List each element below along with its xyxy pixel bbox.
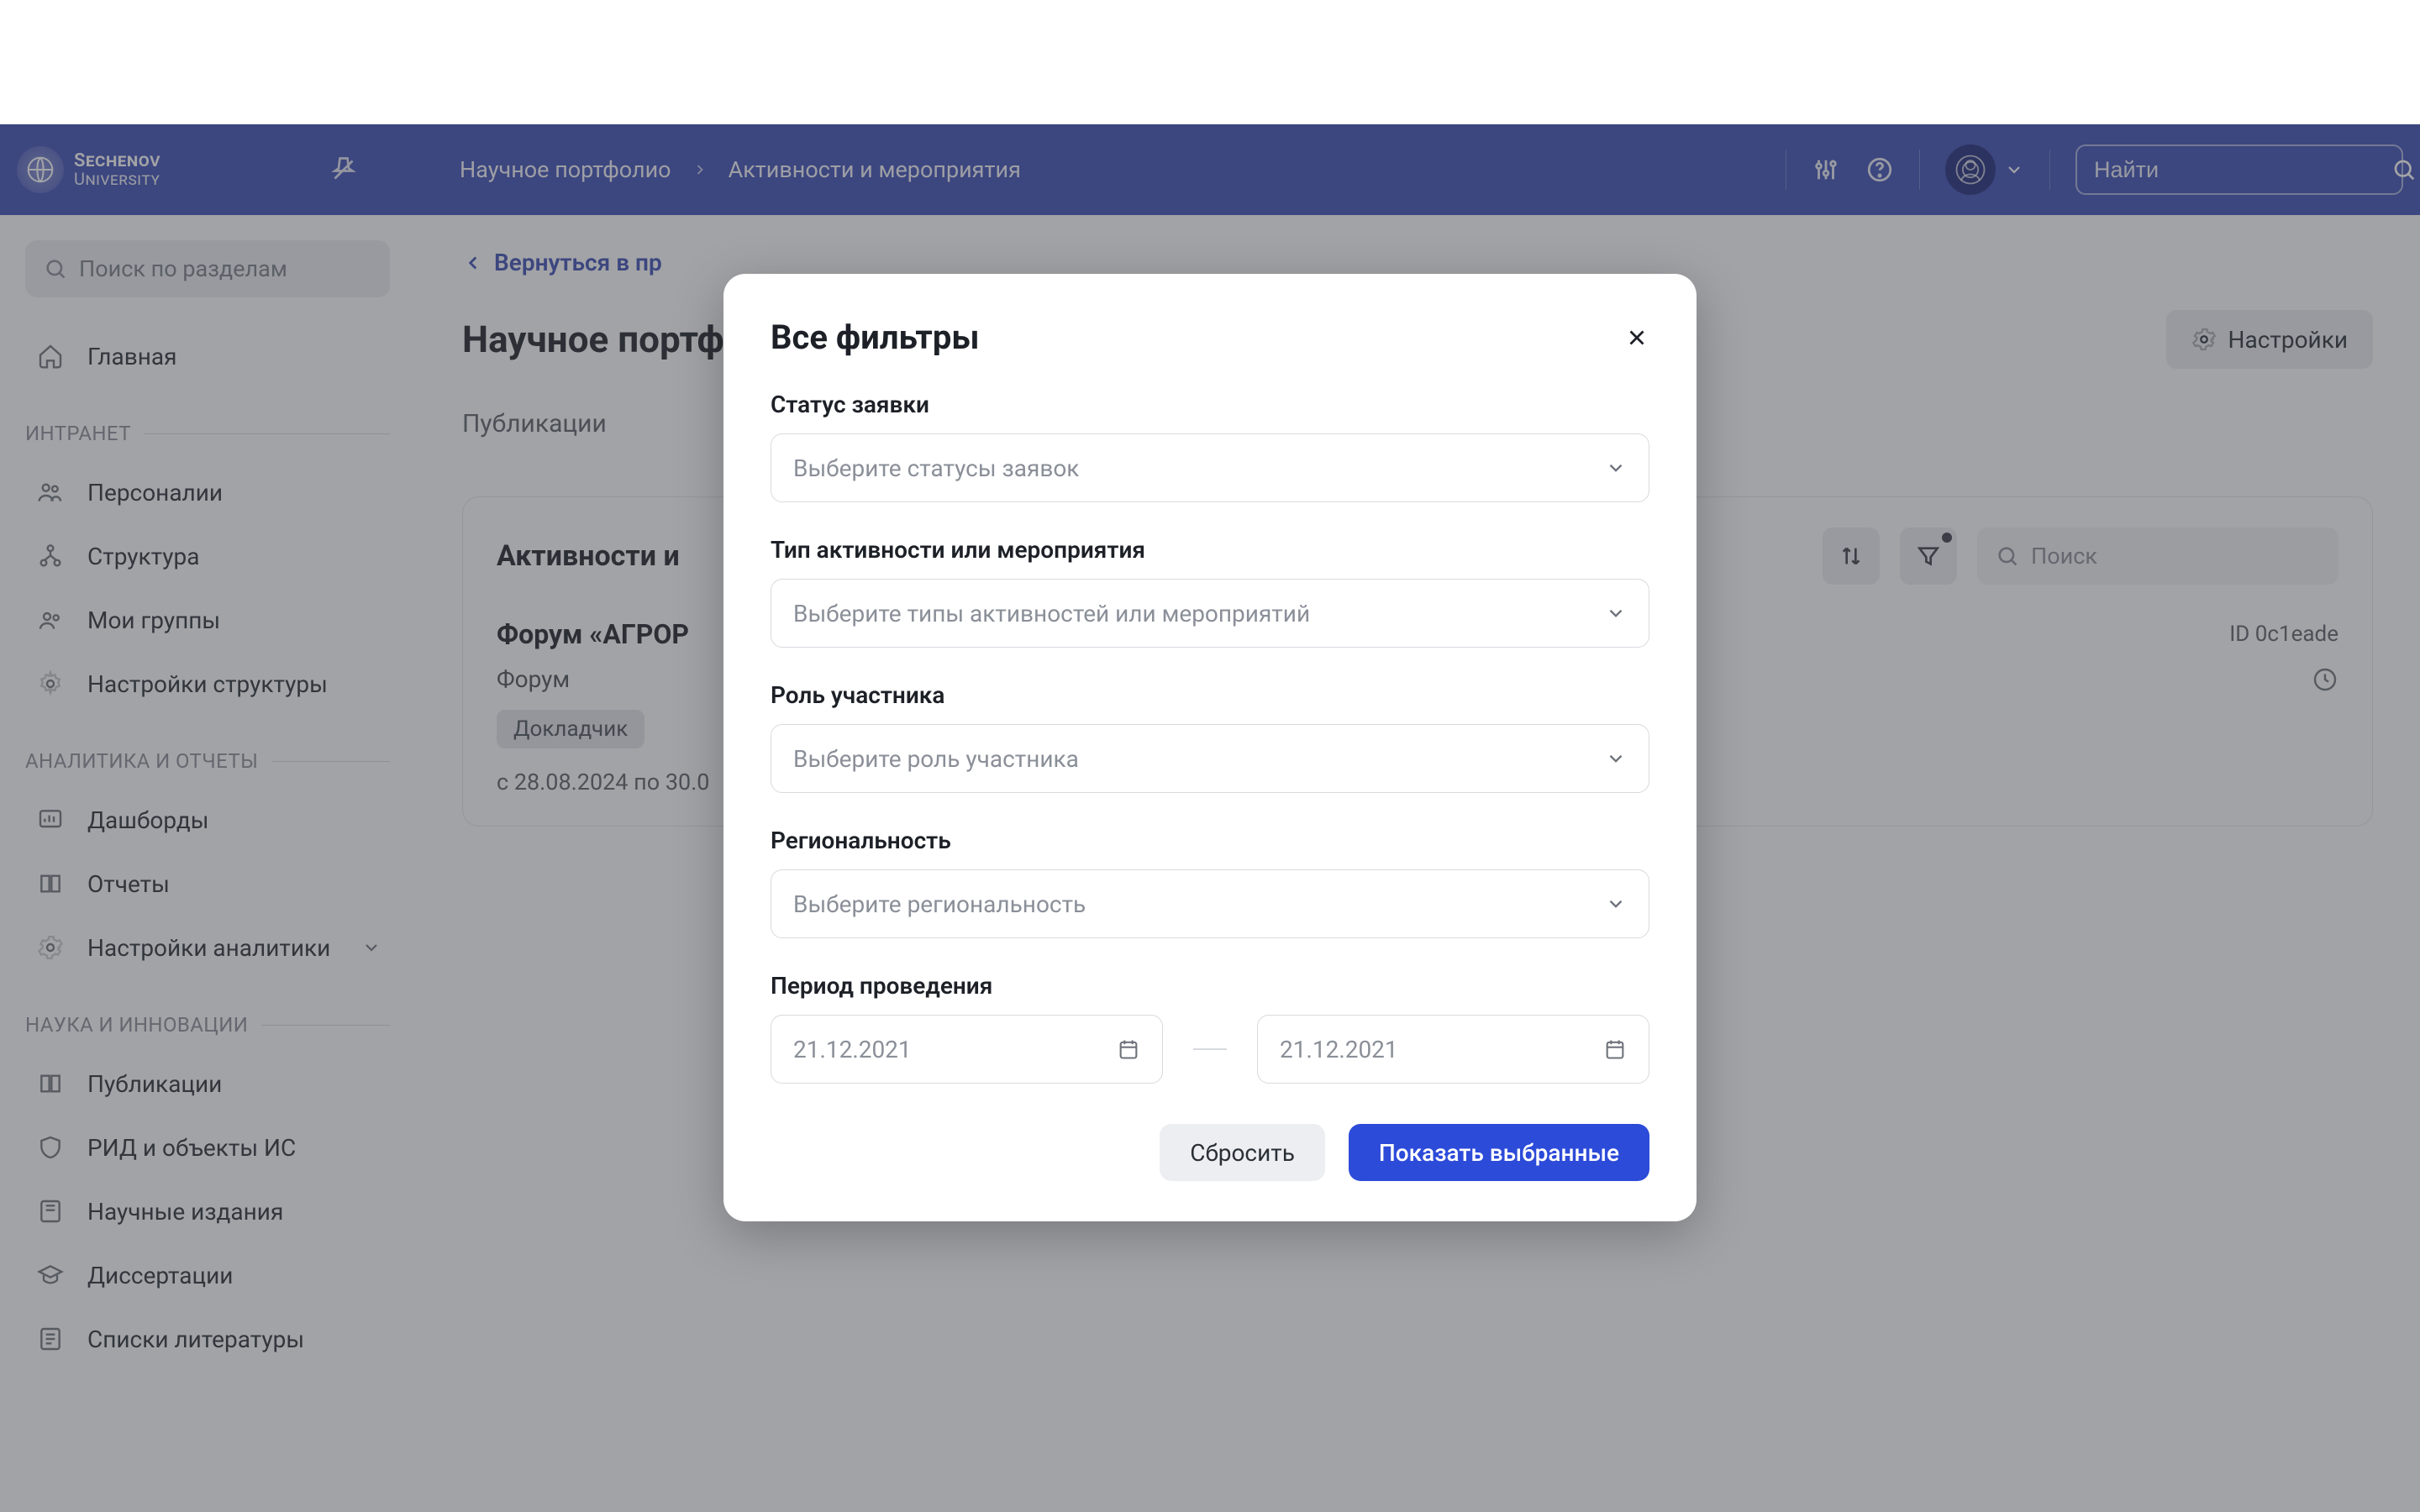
calendar-icon [1117, 1037, 1140, 1061]
modal-title: Все фильтры [771, 318, 979, 357]
apply-button[interactable]: Показать выбранные [1349, 1124, 1649, 1181]
date-placeholder: 21.12.2021 [1280, 1036, 1398, 1063]
field-label-role: Роль участника [771, 681, 1649, 709]
close-button[interactable] [1624, 325, 1649, 350]
field-label-region: Региональность [771, 827, 1649, 854]
period-to-input[interactable]: 21.12.2021 [1257, 1015, 1649, 1084]
select-placeholder: Выберите роль участника [793, 745, 1079, 773]
status-select[interactable]: Выберите статусы заявок [771, 433, 1649, 502]
region-select[interactable]: Выберите региональность [771, 869, 1649, 938]
select-placeholder: Выберите статусы заявок [793, 454, 1079, 482]
type-select[interactable]: Выберите типы активностей или мероприяти… [771, 579, 1649, 648]
period-from-input[interactable]: 21.12.2021 [771, 1015, 1163, 1084]
role-select[interactable]: Выберите роль участника [771, 724, 1649, 793]
field-label-status: Статус заявки [771, 391, 1649, 418]
calendar-icon [1603, 1037, 1627, 1061]
filters-modal: Все фильтры Статус заявки Выберите стату… [723, 274, 1697, 1221]
field-label-type: Тип активности или мероприятия [771, 536, 1649, 564]
date-placeholder: 21.12.2021 [793, 1036, 912, 1063]
chevron-down-icon [1605, 457, 1627, 479]
field-label-period: Период проведения [771, 972, 1649, 1000]
chevron-down-icon [1605, 893, 1627, 915]
select-placeholder: Выберите типы активностей или мероприяти… [793, 600, 1310, 627]
reset-button[interactable]: Сбросить [1160, 1124, 1325, 1181]
chevron-down-icon [1605, 748, 1627, 769]
chevron-down-icon [1605, 602, 1627, 624]
select-placeholder: Выберите региональность [793, 890, 1086, 918]
date-range-dash [1193, 1048, 1227, 1050]
